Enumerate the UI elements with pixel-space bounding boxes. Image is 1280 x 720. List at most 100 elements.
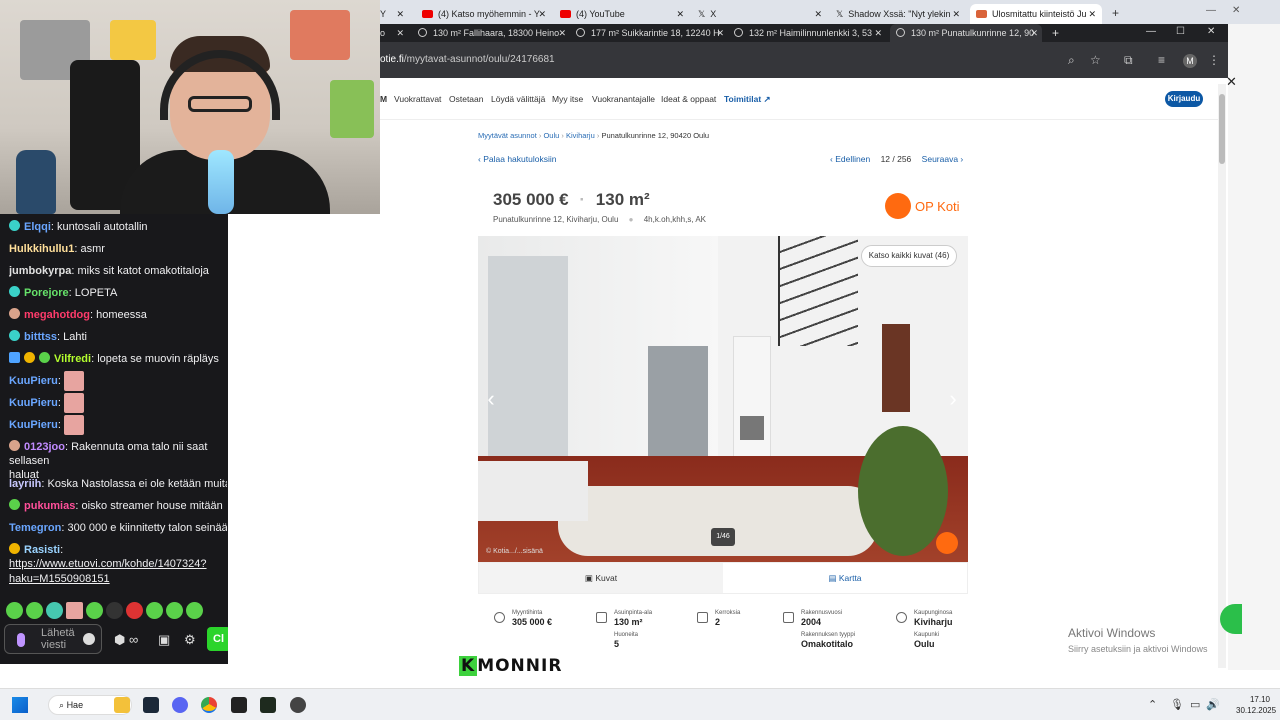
emote-icon[interactable] (146, 602, 163, 619)
media-icon[interactable]: ≡ (1158, 53, 1165, 67)
close-icon[interactable]: ✕ (952, 4, 960, 24)
menu-icon[interactable]: ⋮ (1208, 53, 1220, 67)
browser-tab[interactable]: o ✕ (380, 24, 408, 42)
close-icon[interactable]: ✕ (558, 24, 566, 42)
infinity-icon[interactable]: ∞ (129, 632, 138, 647)
emoji-icon[interactable] (83, 633, 95, 645)
steam-icon[interactable] (143, 697, 159, 713)
media-tabs: ▣ Kuvat ▤ Kartta (478, 562, 968, 594)
floating-chat-button[interactable] (1220, 604, 1242, 634)
house-icon (783, 612, 794, 623)
browser-tabbar: o ✕ 130 m² Fallihaara, 18300 Heino ✕ 177 m… (380, 24, 1228, 42)
close-button[interactable]: ✕ (1207, 26, 1215, 37)
settings-icon[interactable]: ⚙ (184, 632, 196, 648)
chat-input[interactable]: Lähetä viesti (4, 624, 102, 654)
close-icon[interactable]: ✕ (538, 4, 546, 24)
emote-icon[interactable] (86, 602, 103, 619)
back-to-results-link[interactable]: ‹ Palaa hakutuloksiin (478, 154, 556, 164)
browser-tab[interactable]: 𝕏 Shadow Xssä: "Nyt ylekin ✕ (836, 4, 966, 24)
close-icon[interactable]: ✕ (396, 24, 404, 42)
previous-link[interactable]: ‹ Edellinen (830, 154, 870, 164)
bits-icon[interactable]: ⬢ (114, 632, 125, 648)
carousel-prev-icon[interactable]: ‹ (482, 386, 500, 412)
emote-icon[interactable] (26, 602, 43, 619)
browser-tab[interactable]: 177 m² Suikkarintie 18, 12240 H ✕ (576, 24, 728, 42)
network-icon[interactable]: ▭ (1190, 698, 1200, 711)
file-explorer-icon[interactable] (114, 697, 130, 713)
extensions-icon[interactable]: ⧉ (1124, 53, 1133, 68)
tray-chevron-icon[interactable]: ⌃ (1148, 698, 1157, 711)
nav-item-myy-itse[interactable]: Myy itse (552, 94, 583, 104)
scrollbar-thumb[interactable] (1219, 94, 1225, 164)
close-button[interactable]: ✕ (1232, 5, 1240, 16)
maximize-button[interactable]: ☐ (1176, 26, 1185, 37)
view-all-photos-button[interactable]: Katso kaikki kuvat (46) (861, 245, 957, 267)
app-icon[interactable] (260, 697, 276, 713)
close-icon[interactable]: ✕ (1088, 4, 1096, 24)
minimize-button[interactable]: — (1146, 26, 1156, 37)
volume-icon[interactable]: 🔊 (1206, 698, 1220, 711)
store-icon[interactable]: ▣ (158, 632, 170, 648)
nav-item-vuokranantajalle[interactable]: Vuokranantajalle (592, 94, 655, 104)
zoom-icon[interactable]: ⌕ (1068, 53, 1075, 68)
nav-item-ideat[interactable]: Ideat & oppaat (661, 94, 716, 104)
close-icon[interactable]: ✕ (1030, 24, 1038, 42)
carousel-next-icon[interactable]: › (944, 386, 962, 412)
breadcrumb-link[interactable]: Oulu (543, 131, 559, 140)
new-tab-button[interactable]: + (1112, 6, 1119, 20)
bookmark-star-icon[interactable]: ☆ (1090, 53, 1101, 67)
nav-item-ostetaan[interactable]: Ostetaan (449, 94, 484, 104)
close-icon[interactable]: ✕ (396, 4, 404, 24)
browser-tab[interactable]: (4) YouTube ✕ (560, 4, 690, 24)
chrome-icon[interactable] (201, 697, 217, 713)
breadcrumb-link[interactable]: Myytävät asunnot (478, 131, 537, 140)
browser-tab[interactable]: 130 m² Fallihaara, 18300 Heino ✕ (418, 24, 570, 42)
emote-icon[interactable] (66, 602, 83, 619)
next-link[interactable]: Seuraava › (922, 154, 964, 164)
new-tab-button[interactable]: + (1052, 26, 1059, 40)
microphone-icon[interactable]: 🎙 (1170, 698, 1184, 711)
emote-icon[interactable] (166, 602, 183, 619)
browser-tab[interactable]: 132 m² Haimilinnunlenkki 3, 53 ✕ (734, 24, 886, 42)
nav-item-toimitilat[interactable]: Toimitilat ↗ (724, 94, 771, 105)
taskbar-clock[interactable]: 17.10 30.12.2025 (1236, 694, 1276, 716)
close-icon[interactable]: ✕ (874, 24, 882, 42)
page-scrollbar[interactable] (1218, 84, 1226, 668)
browser-tab[interactable]: Y ✕ (380, 4, 410, 24)
profile-avatar[interactable]: M (1183, 54, 1197, 68)
obs-icon[interactable] (290, 697, 306, 713)
minimize-button[interactable]: — (1206, 5, 1216, 16)
login-button[interactable]: Kirjaudu (1165, 91, 1203, 107)
agency-logo[interactable]: OP Koti (885, 193, 965, 219)
microphone-icon[interactable] (17, 633, 25, 647)
browser-tab[interactable]: 𝕏 X ✕ (698, 4, 828, 24)
browser-tab[interactable]: (4) Katso myöhemmin - Y ✕ (422, 4, 552, 24)
chat-message: Rasisti: https://www.etuovi.com/kohde/140… (9, 543, 207, 585)
emote-icon[interactable] (46, 602, 63, 619)
windows-start-icon[interactable] (12, 697, 28, 713)
discord-icon[interactable] (172, 697, 188, 713)
emote-icon[interactable] (126, 602, 143, 619)
tab-photos[interactable]: ▣ Kuvat (479, 563, 723, 593)
breadcrumb-current: Punatulkunrinne 12, 90420 Oulu (601, 131, 710, 140)
chat-link[interactable]: https://www.etuovi.com/kohde/1407324? hak… (9, 558, 207, 585)
nav-item-vuokrattavat[interactable]: Vuokrattavat (394, 94, 441, 104)
emote-icon[interactable] (186, 602, 203, 619)
close-icon[interactable]: ✕ (676, 4, 684, 24)
browser-tab-active[interactable]: Ulosmitattu kiinteistö Ju ✕ (970, 4, 1102, 24)
listing-photo[interactable]: ‹ › Katso kaikki kuvat (46) 1/46 © Kotia… (478, 236, 968, 562)
nav-item[interactable]: M (380, 94, 387, 104)
tab-map[interactable]: ▤ Kartta (723, 563, 967, 593)
close-icon[interactable]: ✕ (716, 24, 724, 42)
chat-message: Temegron: 300 000 e kiinnitetty talon se… (9, 522, 227, 534)
x-app-icon[interactable] (231, 697, 247, 713)
emote-icon[interactable] (6, 602, 23, 619)
address-bar[interactable]: otie.fi/myytavat-asunnot/oulu/24176681 ⌕… (380, 42, 1228, 78)
close-icon[interactable]: ✕ (814, 4, 822, 24)
breadcrumb-link[interactable]: Kiviharju (566, 131, 595, 140)
url-text[interactable]: otie.fi/myytavat-asunnot/oulu/24176681 (380, 54, 555, 65)
emote-icon[interactable] (106, 602, 123, 619)
browser-tab-active[interactable]: 130 m² Punatulkunrinne 12, 90 ✕ (890, 24, 1042, 42)
nav-item-loyda-valittaja[interactable]: Löydä välittäjä (491, 94, 545, 104)
close-icon[interactable]: ✕ (1226, 74, 1237, 90)
